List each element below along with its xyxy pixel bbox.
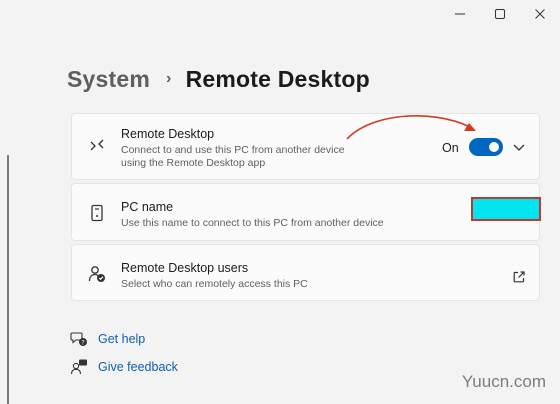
remote-desktop-title: Remote Desktop <box>121 127 215 141</box>
users-icon <box>88 266 105 282</box>
remote-desktop-icon <box>90 139 104 151</box>
remote-desktop-toggle[interactable] <box>469 138 503 156</box>
give-feedback-label: Give feedback <box>98 360 178 374</box>
pc-name-desc: Use this name to connect to this PC from… <box>121 217 384 229</box>
feedback-icon <box>70 359 87 375</box>
users-desc: Select who can remotely access this PC <box>121 278 308 290</box>
remote-desktop-text: Remote Desktop Connect to and use this P… <box>121 127 345 170</box>
page-title: Remote Desktop <box>185 66 370 92</box>
pc-icon <box>91 204 103 222</box>
watermark: Yuucn.com <box>461 372 546 391</box>
help-icon: ? <box>70 332 87 347</box>
pc-name-redacted <box>471 197 541 221</box>
close-button[interactable] <box>520 0 560 28</box>
external-link-icon[interactable] <box>512 270 526 284</box>
window-controls <box>440 0 560 28</box>
maximize-icon <box>495 9 505 19</box>
get-help-label: Get help <box>98 332 146 346</box>
breadcrumb: System › Remote Desktop <box>67 66 370 93</box>
minimize-icon <box>455 13 465 15</box>
chevron-down-icon[interactable] <box>512 140 526 154</box>
users-text: Remote Desktop users Select who can remo… <box>121 261 308 291</box>
remote-desktop-desc-2: using the Remote Desktop app <box>121 157 266 169</box>
breadcrumb-separator: › <box>166 69 172 87</box>
sidebar-edge <box>0 155 9 404</box>
users-title: Remote Desktop users <box>121 261 249 275</box>
minimize-button[interactable] <box>440 0 480 28</box>
breadcrumb-parent[interactable]: System <box>67 66 150 93</box>
pc-name-card: PC name Use this name to connect to this… <box>71 183 541 241</box>
remote-desktop-desc-1: Connect to and use this PC from another … <box>121 144 345 156</box>
get-help-link[interactable]: ? Get help <box>70 330 145 348</box>
maximize-button[interactable] <box>480 0 520 28</box>
pc-name-text: PC name Use this name to connect to this… <box>121 200 384 230</box>
pc-name-title: PC name <box>121 200 174 214</box>
close-icon <box>535 9 545 19</box>
remote-desktop-users-card[interactable]: Remote Desktop users Select who can remo… <box>71 244 540 301</box>
toggle-knob <box>489 142 499 152</box>
give-feedback-link[interactable]: Give feedback <box>70 358 178 376</box>
toggle-state-label: On <box>442 141 459 155</box>
remote-desktop-card[interactable]: Remote Desktop Connect to and use this P… <box>71 113 540 180</box>
svg-text:?: ? <box>81 339 84 347</box>
